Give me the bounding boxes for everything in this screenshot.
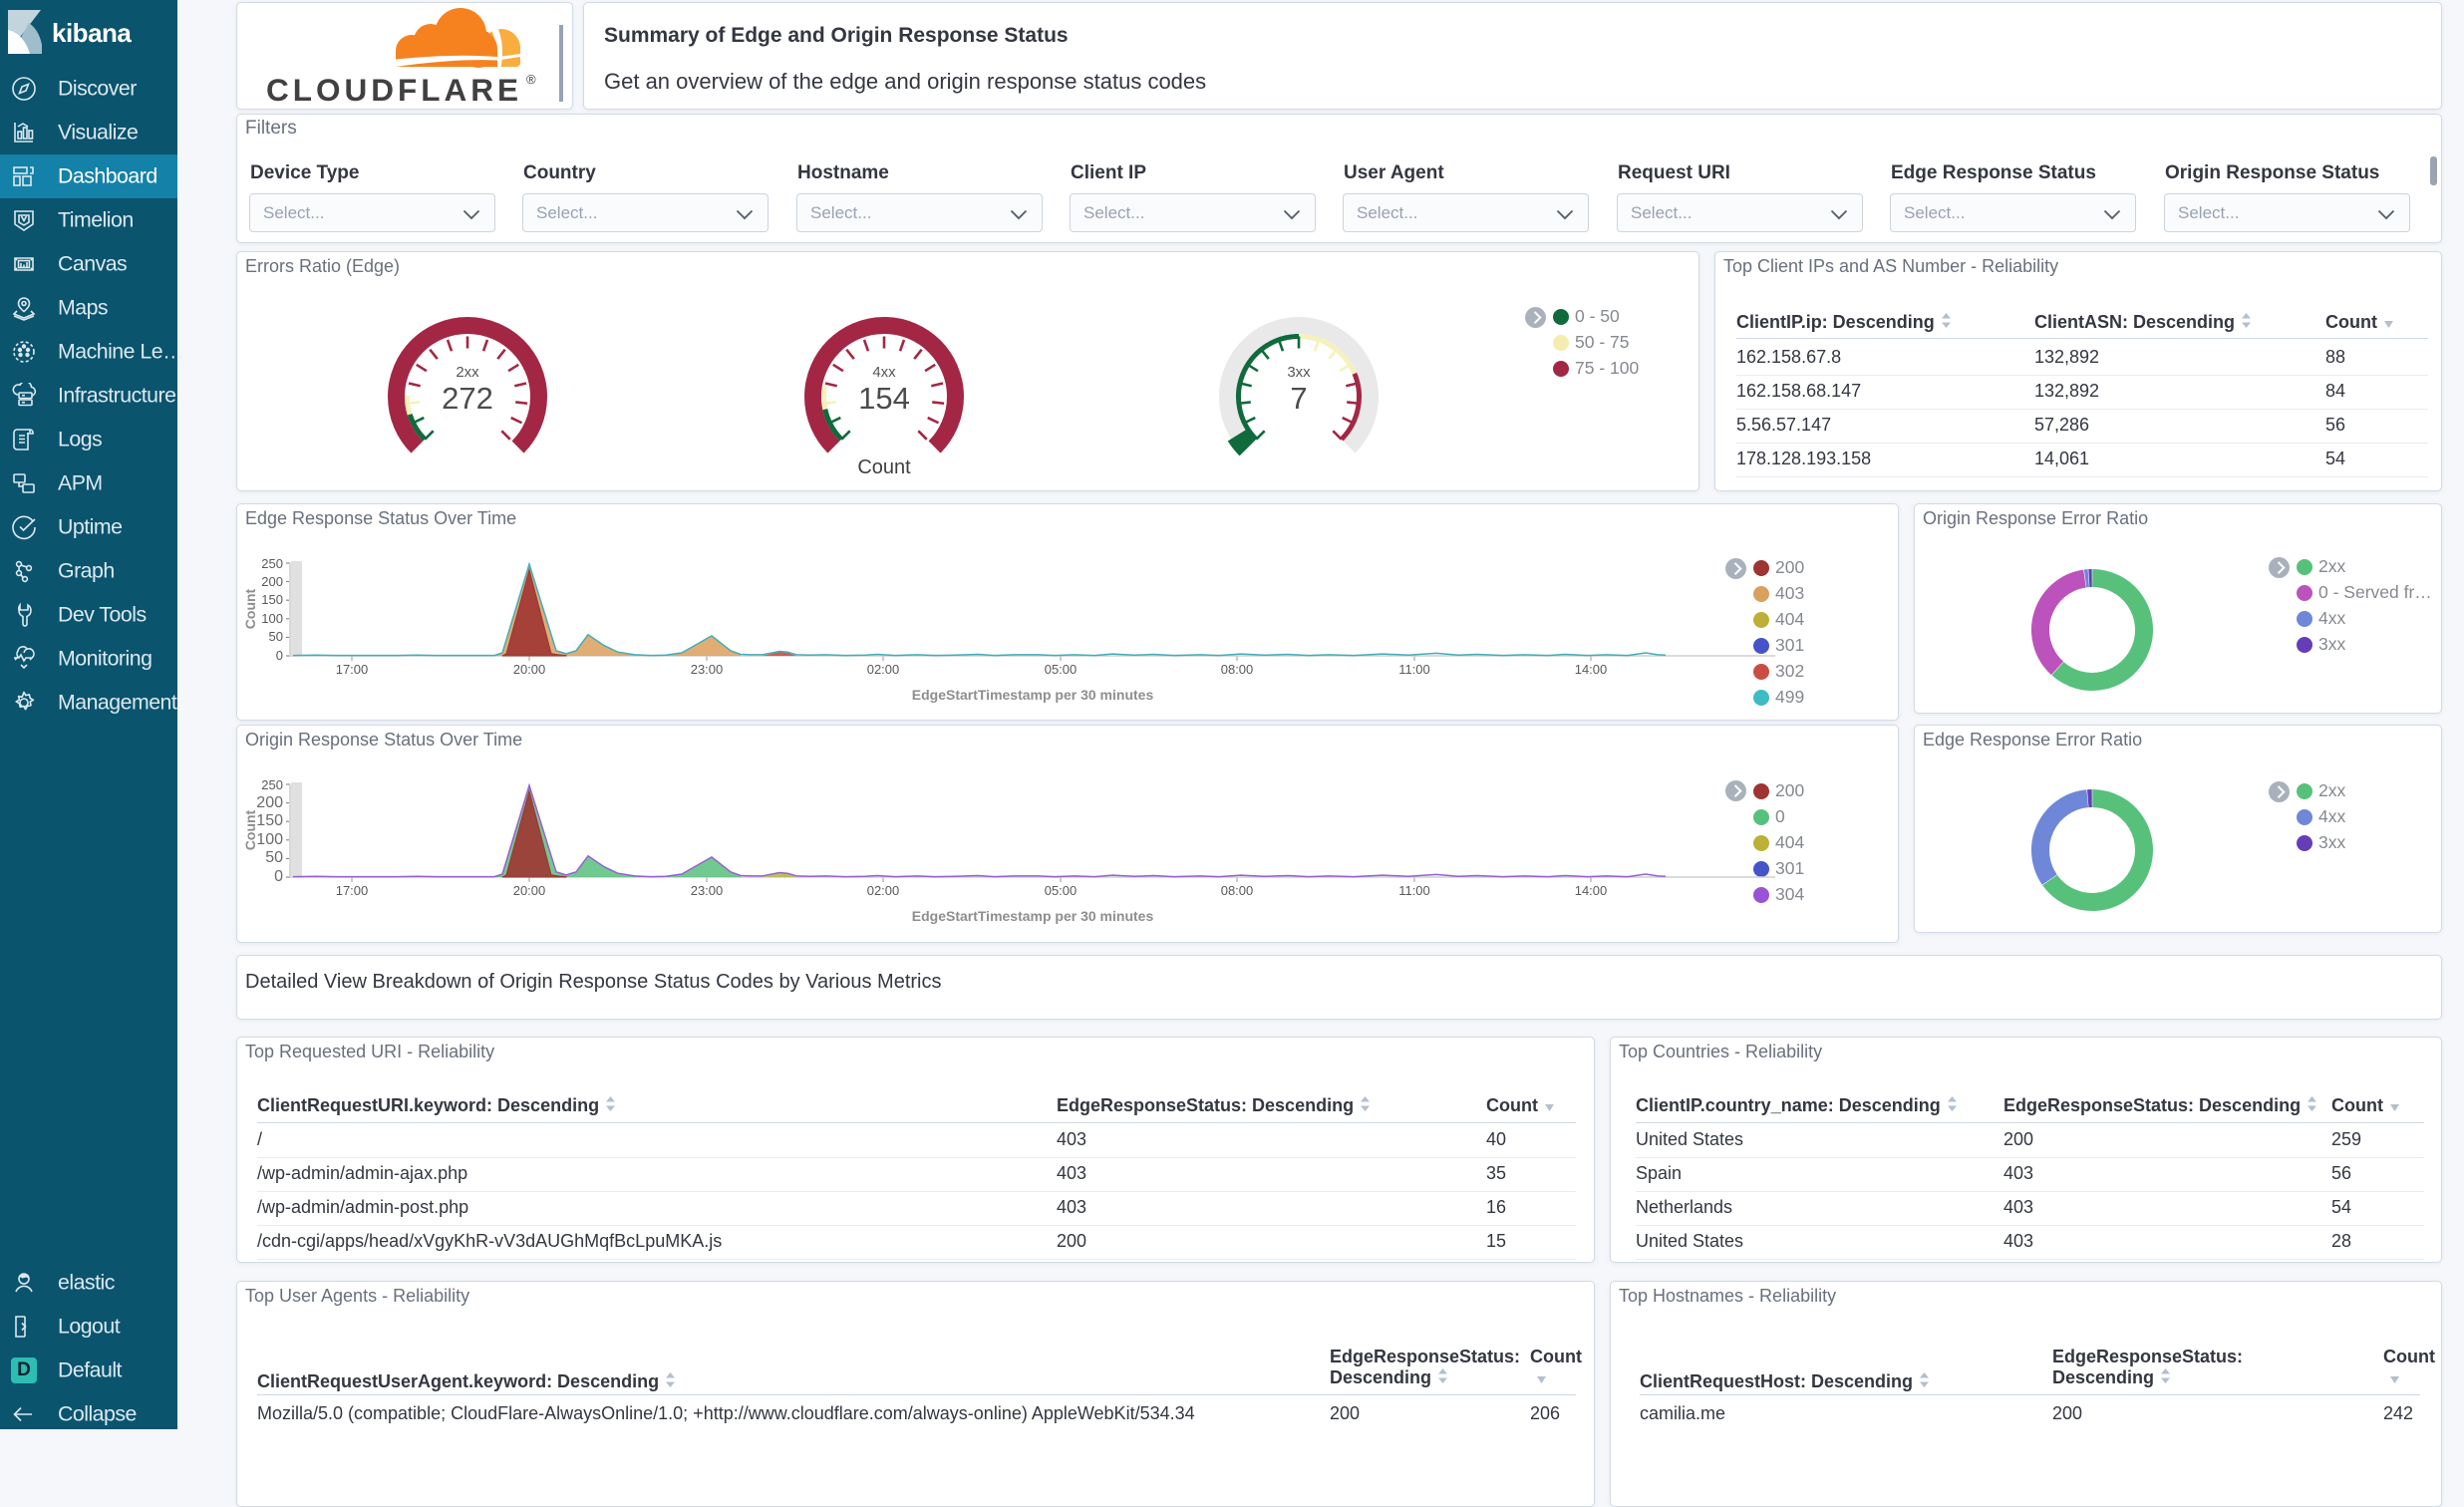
- svg-text:08:00: 08:00: [1221, 662, 1254, 677]
- svg-text:200: 200: [261, 574, 283, 589]
- svg-text:Count: Count: [242, 588, 258, 629]
- svg-text:Count: Count: [857, 456, 911, 478]
- svg-text:4xx: 4xx: [872, 364, 896, 381]
- svg-text:2xx: 2xx: [456, 364, 479, 381]
- svg-text:05:00: 05:00: [1045, 883, 1078, 898]
- svg-text:250: 250: [261, 777, 283, 792]
- svg-text:154: 154: [858, 381, 910, 416]
- svg-text:02:00: 02:00: [867, 662, 900, 677]
- svg-text:®: ®: [526, 72, 536, 87]
- svg-text:CLOUDFLARE: CLOUDFLARE: [266, 72, 522, 106]
- svg-text:20:00: 20:00: [513, 883, 546, 898]
- svg-text:EdgeStartTimestamp per 30 minu: EdgeStartTimestamp per 30 minutes: [912, 908, 1154, 924]
- svg-text:100: 100: [256, 831, 283, 848]
- svg-text:50: 50: [265, 849, 283, 866]
- svg-text:08:00: 08:00: [1221, 883, 1254, 898]
- svg-text:05:00: 05:00: [1045, 662, 1078, 677]
- svg-text:50: 50: [269, 629, 283, 644]
- svg-text:14:00: 14:00: [1575, 662, 1608, 677]
- svg-text:150: 150: [256, 812, 283, 829]
- svg-text:23:00: 23:00: [691, 883, 724, 898]
- svg-text:11:00: 11:00: [1398, 883, 1430, 898]
- svg-text:17:00: 17:00: [336, 662, 369, 677]
- svg-text:3xx: 3xx: [1287, 364, 1311, 381]
- svg-text:Count: Count: [242, 809, 258, 850]
- svg-text:EdgeStartTimestamp per 30 minu: EdgeStartTimestamp per 30 minutes: [912, 687, 1154, 703]
- svg-text:11:00: 11:00: [1398, 662, 1430, 677]
- svg-text:150: 150: [261, 592, 283, 607]
- svg-text:7: 7: [1290, 381, 1307, 416]
- svg-text:0: 0: [274, 868, 283, 885]
- svg-text:200: 200: [256, 794, 283, 811]
- svg-text:23:00: 23:00: [691, 662, 724, 677]
- svg-text:250: 250: [261, 556, 283, 571]
- svg-text:100: 100: [261, 611, 283, 626]
- svg-text:0: 0: [276, 648, 283, 663]
- svg-text:20:00: 20:00: [513, 662, 546, 677]
- svg-text:17:00: 17:00: [336, 883, 369, 898]
- svg-text:272: 272: [442, 381, 493, 416]
- svg-text:02:00: 02:00: [867, 883, 900, 898]
- svg-text:14:00: 14:00: [1575, 883, 1608, 898]
